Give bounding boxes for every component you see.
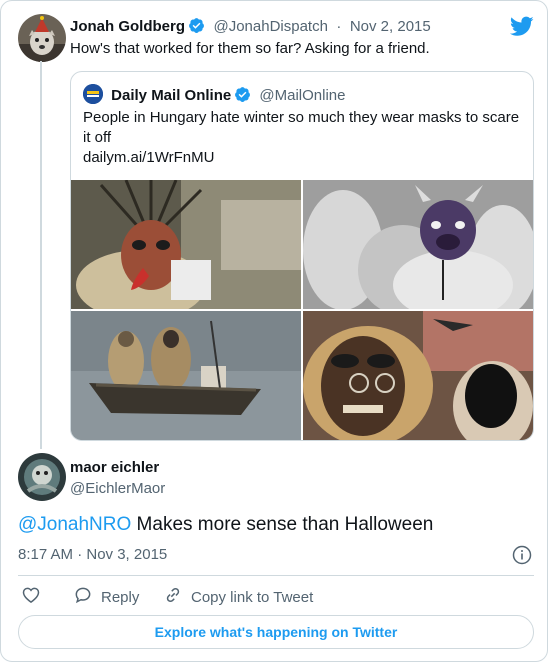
photo-grid bbox=[71, 180, 533, 440]
author-handle[interactable]: @JonahDispatch bbox=[213, 18, 327, 35]
like-button[interactable] bbox=[21, 585, 41, 609]
main-tweet-text: How's that worked for them so far? Askin… bbox=[70, 40, 430, 57]
copy-link-label: Copy link to Tweet bbox=[191, 588, 314, 606]
boat-photo[interactable] bbox=[71, 311, 301, 440]
reply-timestamp[interactable]: 8:17 AM · Nov 3, 2015 bbox=[18, 546, 167, 563]
avatar-jonah[interactable] bbox=[18, 14, 66, 62]
mask-photo-4[interactable] bbox=[303, 311, 533, 440]
reply-author-name[interactable]: maor eichler bbox=[70, 459, 159, 476]
avatar-maor-icon bbox=[18, 453, 66, 501]
reply-author-handle[interactable]: @EichlerMaor bbox=[70, 480, 165, 497]
divider bbox=[18, 575, 534, 576]
quoted-tweet-text: People in Hungary hate winter so much th… bbox=[83, 109, 520, 146]
quoted-tweet-link[interactable]: dailym.ai/1WrFnMU bbox=[83, 148, 523, 168]
avatar-jonah-icon bbox=[18, 14, 66, 62]
reply-tweet-text: @JonahNRO Makes more sense than Hallowee… bbox=[18, 513, 433, 537]
quoted-tweet-header: Daily Mail Online @MailOnline bbox=[83, 84, 345, 107]
link-icon bbox=[163, 585, 183, 609]
verified-badge-icon bbox=[234, 86, 251, 107]
reply-button[interactable]: Reply bbox=[73, 585, 139, 609]
tweet-embed-card: Jonah Goldberg @JonahDispatch · Nov 2, 2… bbox=[0, 0, 548, 662]
mask-photo-1[interactable] bbox=[71, 180, 301, 309]
quoted-author-handle[interactable]: @MailOnline bbox=[259, 87, 345, 104]
heart-icon bbox=[21, 585, 41, 609]
daily-mail-logo-icon bbox=[83, 84, 103, 104]
quoted-tweet[interactable]: Daily Mail Online @MailOnline People in … bbox=[70, 71, 534, 441]
explore-button[interactable]: Explore what's happening on Twitter bbox=[18, 615, 534, 649]
info-icon[interactable] bbox=[512, 545, 532, 570]
reply-icon bbox=[73, 585, 93, 609]
thread-line bbox=[40, 61, 42, 449]
avatar-maor[interactable] bbox=[18, 453, 66, 501]
quoted-author-name[interactable]: Daily Mail Online bbox=[111, 87, 231, 104]
verified-badge-icon bbox=[188, 17, 205, 39]
quoted-tweet-body: People in Hungary hate winter so much th… bbox=[83, 108, 523, 168]
copy-link-button[interactable]: Copy link to Tweet bbox=[163, 585, 313, 609]
author-name[interactable]: Jonah Goldberg bbox=[70, 18, 185, 35]
mention-link[interactable]: @JonahNRO bbox=[18, 514, 131, 535]
twitter-bird-icon[interactable] bbox=[509, 16, 534, 42]
separator: · bbox=[336, 18, 342, 35]
reply-text-body: Makes more sense than Halloween bbox=[131, 514, 434, 535]
mask-photo-2[interactable] bbox=[303, 180, 533, 309]
reply-label: Reply bbox=[101, 588, 140, 606]
tweet-date[interactable]: Nov 2, 2015 bbox=[350, 18, 431, 35]
main-tweet-header: Jonah Goldberg @JonahDispatch · Nov 2, 2… bbox=[70, 17, 431, 39]
